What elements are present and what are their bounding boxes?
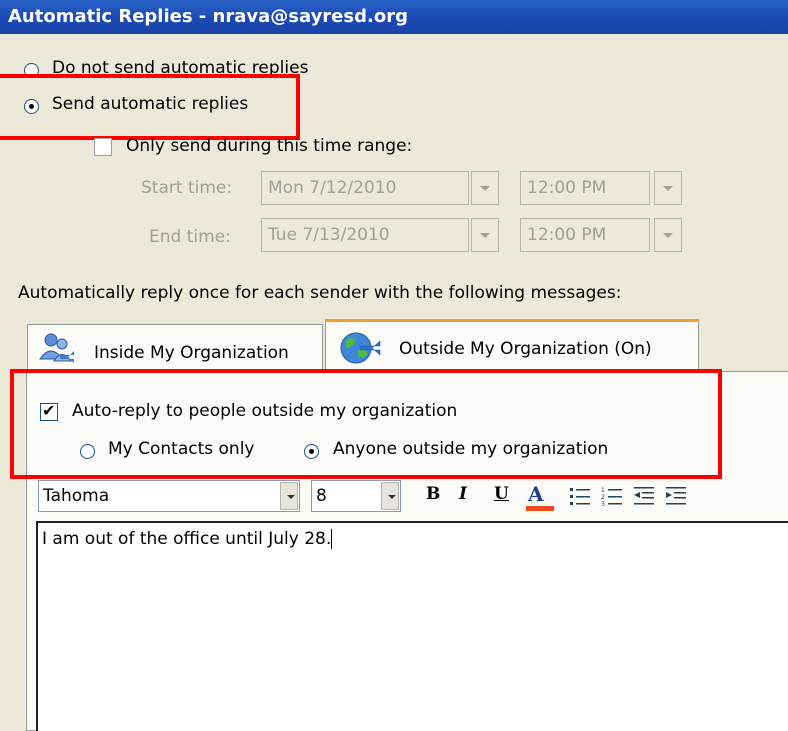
font-name-dropdown[interactable] — [280, 482, 298, 510]
font-color-swatch — [526, 506, 554, 511]
start-time-dropdown[interactable] — [654, 171, 682, 205]
end-date-dropdown[interactable] — [471, 218, 499, 252]
decrease-indent-icon[interactable] — [632, 484, 656, 513]
increase-indent-icon[interactable] — [664, 484, 688, 513]
end-date-field[interactable]: Tue 7/13/2010 — [261, 218, 469, 252]
svg-text:1: 1 — [601, 487, 605, 494]
svg-text:3: 3 — [601, 501, 605, 508]
start-date-field[interactable]: Mon 7/12/2010 — [261, 171, 469, 205]
title-bar: Automatic Replies - nrava@sayresd.org — [0, 0, 788, 34]
start-time-field[interactable]: 12:00 PM — [520, 171, 650, 205]
globe-icon — [338, 330, 384, 371]
font-size-dropdown[interactable] — [381, 482, 399, 510]
font-color-button[interactable]: A — [528, 482, 544, 506]
end-time-dropdown[interactable] — [654, 218, 682, 252]
window-title: Automatic Replies - nrava@sayresd.org — [8, 6, 408, 27]
instructions-text: Automatically reply once for each sender… — [18, 283, 622, 303]
tab-outside-label: Outside My Organization (On) — [399, 339, 652, 359]
bullets-icon[interactable] — [568, 484, 592, 513]
time-range-label: Only send during this time range: — [126, 136, 413, 156]
italic-button[interactable]: I — [459, 484, 467, 504]
message-body-editor[interactable]: I am out of the office until July 28. — [36, 521, 788, 731]
svg-text:2: 2 — [601, 494, 605, 501]
numbering-icon[interactable]: 123 — [600, 484, 624, 513]
text-caret — [331, 529, 333, 549]
tab-inside-label: Inside My Organization — [94, 343, 289, 363]
highlight-box-outside — [10, 369, 722, 479]
end-time-label: End time: — [149, 227, 231, 247]
bold-button[interactable]: B — [426, 484, 440, 504]
time-range-checkbox[interactable] — [94, 138, 112, 156]
underline-button[interactable]: U — [494, 484, 509, 504]
start-time-label: Start time: — [141, 178, 233, 198]
tab-inside-organization[interactable]: Inside My Organization — [27, 324, 323, 370]
font-color-letter: A — [528, 482, 544, 506]
highlight-box-mode — [0, 74, 300, 140]
message-text: I am out of the office until July 28. — [42, 529, 332, 549]
tab-outside-organization[interactable]: Outside My Organization (On) — [325, 319, 699, 375]
font-name-combo[interactable]: Tahoma — [38, 480, 300, 512]
start-date-dropdown[interactable] — [471, 171, 499, 205]
end-time-field[interactable]: 12:00 PM — [520, 218, 650, 252]
people-icon — [38, 331, 76, 370]
